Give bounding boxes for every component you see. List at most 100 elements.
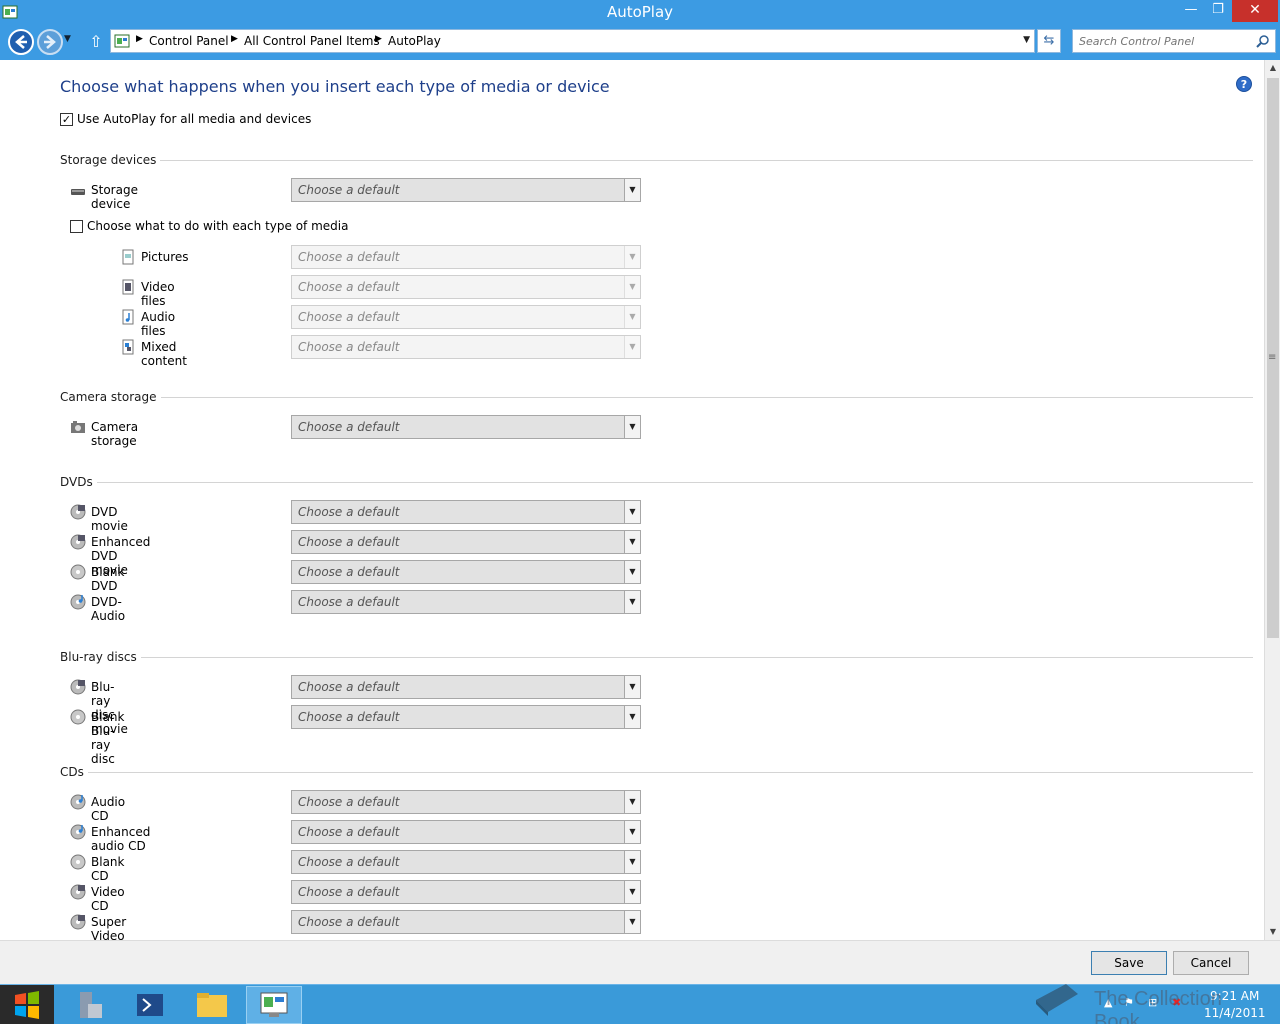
section-divider [60,160,1253,161]
taskbar-server-manager[interactable] [62,986,118,1024]
cd-item-label: Enhanced audio CD [91,825,151,853]
blank-dvd-dropdown[interactable]: Choose a default ▼ [291,560,641,584]
vertical-scrollbar[interactable]: ▲ ≡ ▼ [1264,60,1280,940]
chevron-down-icon[interactable]: ▼ [624,791,640,813]
breadcrumb-separator-icon[interactable]: ▶ [375,34,382,44]
per-media-checkbox[interactable] [70,219,83,233]
section-label: DVDs [60,475,97,489]
audio-disc-icon [70,824,86,840]
control-panel-icon [260,992,288,1017]
taskbar-control-panel[interactable] [246,986,302,1024]
blank-disc-icon [70,709,86,725]
chevron-down-icon[interactable]: ▼ [624,179,640,201]
help-icon[interactable]: ? [1236,76,1252,92]
audio-cd-dropdown[interactable]: Choose a default ▼ [291,790,641,814]
dropdown-value: Choose a default [298,505,400,519]
book-logo-icon [1036,984,1078,1016]
cancel-button[interactable]: Cancel [1173,951,1249,975]
powershell-icon [137,994,163,1016]
dropdown-value: Choose a default [298,915,400,929]
blank-blu-ray-dropdown[interactable]: Choose a default ▼ [291,705,641,729]
breadcrumb-separator-icon[interactable]: ▶ [231,34,238,44]
per-media-label[interactable]: Choose what to do with each type of medi… [87,219,348,233]
chevron-down-icon[interactable]: ▼ [624,821,640,843]
dvd-audio-dropdown[interactable]: Choose a default ▼ [291,590,641,614]
control-panel-icon [114,34,130,48]
chevron-down-icon[interactable]: ▼ [624,306,640,328]
chevron-down-icon[interactable]: ▼ [624,416,640,438]
blu-ray-movie-dropdown[interactable]: Choose a default ▼ [291,675,641,699]
chevron-down-icon[interactable]: ▼ [624,561,640,583]
use-autoplay-row[interactable]: ✓ Use AutoPlay for all media and devices [60,111,311,127]
video-cd-dropdown[interactable]: Choose a default ▼ [291,880,641,904]
watermark-text: The Collection Book [1094,988,1222,1024]
section-storage-devices: Storage devices [60,153,1253,167]
video-files-dropdown[interactable]: Choose a default ▼ [291,275,641,299]
address-bar[interactable]: ▶ Control Panel ▶ All Control Panel Item… [110,29,1035,53]
breadcrumb-control-panel[interactable]: Control Panel [149,34,229,48]
camera-storage-dropdown[interactable]: Choose a default ▼ [291,415,641,439]
chevron-down-icon[interactable]: ▼ [624,591,640,613]
storage-device-dropdown[interactable]: Choose a default ▼ [291,178,641,202]
media-label: Mixed content [141,340,187,368]
dropdown-value: Choose a default [298,250,400,264]
scroll-up-arrow-icon[interactable]: ▲ [1265,60,1280,76]
mixed-content-dropdown[interactable]: Choose a default ▼ [291,335,641,359]
video-file-icon [122,279,134,295]
camera-storage-label: Camera storage [91,420,139,448]
title-bar: AutoPlay — ❐ ✕ [0,0,1280,26]
section-cds: CDs [60,765,1253,779]
maximize-button[interactable]: ❐ [1205,0,1231,22]
chevron-down-icon[interactable]: ▼ [624,911,640,933]
video-disc-icon [70,914,86,930]
super-video-cd-dropdown[interactable]: Choose a default ▼ [291,910,641,934]
audio-files-dropdown[interactable]: Choose a default ▼ [291,305,641,329]
taskbar-file-explorer[interactable] [184,986,240,1024]
video-disc-icon [70,884,86,900]
search-input[interactable] [1079,33,1254,49]
dropdown-value: Choose a default [298,420,400,434]
use-autoplay-checkbox[interactable]: ✓ [60,112,73,126]
start-button[interactable] [0,985,54,1024]
blank-cd-dropdown[interactable]: Choose a default ▼ [291,850,641,874]
chevron-down-icon[interactable]: ▼ [624,851,640,873]
up-arrow-icon[interactable]: ⇧ [88,32,104,52]
taskbar-powershell[interactable] [122,986,178,1024]
chevron-down-icon[interactable]: ▼ [624,531,640,553]
close-button[interactable]: ✕ [1232,0,1278,22]
section-divider [60,657,1253,658]
chevron-down-icon[interactable]: ▼ [624,501,640,523]
cd-item-label: Video CD [91,885,125,913]
search-box[interactable] [1072,29,1276,53]
chevron-down-icon[interactable]: ▼ [624,276,640,298]
chevron-down-icon[interactable]: ▼ [624,246,640,268]
chevron-down-icon[interactable]: ▼ [624,676,640,698]
cd-item-label: Audio CD [91,795,126,823]
chevron-down-icon[interactable]: ▼ [624,706,640,728]
media-label: Video files [141,280,175,308]
scroll-down-arrow-icon[interactable]: ▼ [1265,924,1280,940]
refresh-button[interactable]: ⇆ [1037,29,1061,53]
enhanced-audio-cd-dropdown[interactable]: Choose a default ▼ [291,820,641,844]
address-history-chevron-down-icon[interactable]: ▼ [1023,35,1030,45]
recent-locations-chevron-down-icon[interactable]: ▼ [64,34,74,48]
minimize-button[interactable]: — [1178,0,1204,22]
chevron-down-icon[interactable]: ▼ [624,336,640,358]
pictures-dropdown[interactable]: Choose a default ▼ [291,245,641,269]
back-button[interactable] [8,29,34,55]
save-button[interactable]: Save [1091,951,1167,975]
cd-item-label: Blank CD [91,855,125,883]
dvd-movie-disc-icon [70,504,86,520]
dvd-movie-dropdown[interactable]: Choose a default ▼ [291,500,641,524]
breadcrumb-autoplay[interactable]: AutoPlay [388,34,441,48]
breadcrumb-all-items[interactable]: All Control Panel Items [244,34,380,48]
section-camera-storage: Camera storage [60,390,1253,404]
use-autoplay-label[interactable]: Use AutoPlay for all media and devices [77,112,311,126]
per-media-row[interactable]: Choose what to do with each type of medi… [70,218,348,234]
chevron-down-icon[interactable]: ▼ [624,881,640,903]
search-icon[interactable] [1256,34,1270,48]
section-divider [60,397,1253,398]
forward-button[interactable] [37,29,63,55]
navigation-bar: ▼ ⇧ ▶ Control Panel ▶ All Control Panel … [0,26,1280,60]
enhanced-dvd-movie-dropdown[interactable]: Choose a default ▼ [291,530,641,554]
